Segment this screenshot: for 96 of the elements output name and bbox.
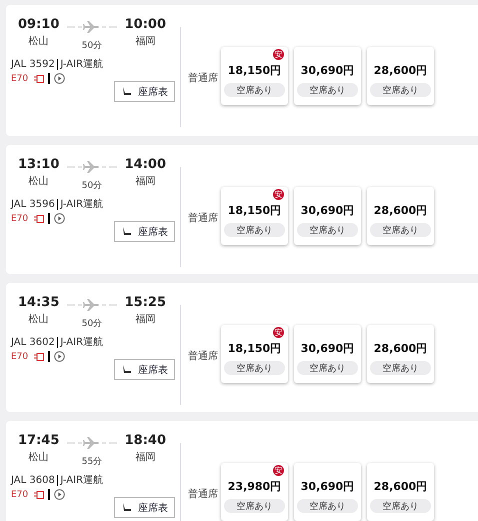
flight-duration: 50分 <box>82 180 102 192</box>
departure-time: 17:45 <box>18 433 60 448</box>
play-icon <box>54 489 65 500</box>
fare-option[interactable]: 28,600円 空席あり <box>367 187 434 245</box>
fare-price: 30,690円 <box>300 63 354 78</box>
seat-map-button[interactable]: 座席表 <box>114 81 175 102</box>
departure-airport: 松山 <box>28 312 49 326</box>
operator-text: J-AIR運航 <box>60 58 104 71</box>
fare-price: 30,690円 <box>300 203 354 218</box>
availability-label: 空席あり <box>297 223 358 237</box>
arrival-time: 10:00 <box>124 17 166 32</box>
fare-option[interactable]: 28,600円 空席あり <box>367 325 434 383</box>
arrival-airport: 福岡 <box>135 312 156 326</box>
seat-icon <box>122 503 132 512</box>
fare-option[interactable]: 30,690円 空席あり <box>294 325 361 383</box>
fare-price: 18,150円 <box>228 203 282 218</box>
availability-label: 空席あり <box>224 499 285 513</box>
departure-airport: 松山 <box>28 34 49 48</box>
availability-label: 空席あり <box>297 83 358 97</box>
availability-label: 空席あり <box>297 361 358 375</box>
fare-option[interactable]: 安 18,150円 空席あり <box>221 47 288 105</box>
cabin-class: 普通席 <box>188 350 219 363</box>
fare-option[interactable]: 30,690円 空席あり <box>294 47 361 105</box>
play-icon <box>54 213 65 224</box>
cheapest-badge: 安 <box>273 327 284 338</box>
fare-option[interactable]: 28,600円 空席あり <box>367 47 434 105</box>
flight-number: JAL 3592 <box>11 58 55 70</box>
cabin-class: 普通席 <box>188 488 219 501</box>
fare-price: 23,980円 <box>228 479 282 494</box>
availability-label: 空席あり <box>370 83 431 97</box>
fare-price: 30,690円 <box>300 479 354 494</box>
arrival-time: 18:40 <box>124 433 166 448</box>
availability-label: 空席あり <box>224 83 285 97</box>
play-icon <box>54 351 65 362</box>
fare-price: 18,150円 <box>228 63 282 78</box>
power-outlet-icon <box>34 352 44 360</box>
fare-option[interactable]: 28,600円 空席あり <box>367 463 434 521</box>
aircraft-type: E70 <box>11 74 28 84</box>
flight-number: JAL 3596 <box>11 198 55 210</box>
arrival-airport: 福岡 <box>135 174 156 188</box>
fare-price: 28,600円 <box>374 203 428 218</box>
power-outlet-icon <box>34 490 44 498</box>
fare-option[interactable]: 30,690円 空席あり <box>294 187 361 245</box>
departure-airport: 松山 <box>28 450 49 464</box>
play-icon <box>54 73 65 84</box>
flight-duration: 55分 <box>82 456 102 468</box>
fare-price: 28,600円 <box>374 479 428 494</box>
plane-icon <box>67 299 117 311</box>
cabin-class: 普通席 <box>188 72 219 85</box>
operator-text: J-AIR運航 <box>60 336 104 349</box>
availability-label: 空席あり <box>370 223 431 237</box>
operator-text: J-AIR運航 <box>60 198 104 211</box>
fare-price: 28,600円 <box>374 63 428 78</box>
flight-duration: 50分 <box>82 40 102 52</box>
availability-label: 空席あり <box>224 361 285 375</box>
cheapest-badge: 安 <box>273 465 284 476</box>
cabin-class: 普通席 <box>188 212 219 225</box>
power-outlet-icon <box>34 214 44 222</box>
availability-label: 空席あり <box>297 499 358 513</box>
power-outlet-icon <box>34 74 44 82</box>
seat-icon <box>122 227 132 236</box>
fare-option[interactable]: 安 23,980円 空席あり <box>221 463 288 521</box>
availability-label: 空席あり <box>224 223 285 237</box>
plane-icon <box>67 161 117 173</box>
seat-map-button[interactable]: 座席表 <box>114 359 175 380</box>
availability-label: 空席あり <box>370 499 431 513</box>
departure-airport: 松山 <box>28 174 49 188</box>
plane-icon <box>67 437 117 449</box>
departure-time: 13:10 <box>18 157 60 172</box>
aircraft-type: E70 <box>11 352 28 362</box>
fare-price: 18,150円 <box>228 341 282 356</box>
cheapest-badge: 安 <box>273 49 284 60</box>
seat-icon <box>122 365 132 374</box>
fare-price: 28,600円 <box>374 341 428 356</box>
fare-option[interactable]: 30,690円 空席あり <box>294 463 361 521</box>
arrival-time: 15:25 <box>124 295 166 310</box>
flight-number: JAL 3602 <box>11 336 55 348</box>
fare-option[interactable]: 安 18,150円 空席あり <box>221 325 288 383</box>
aircraft-type: E70 <box>11 214 28 224</box>
arrival-time: 14:00 <box>124 157 166 172</box>
flight-number: JAL 3608 <box>11 474 55 486</box>
departure-time: 09:10 <box>18 17 60 32</box>
aircraft-type: E70 <box>11 490 28 500</box>
seat-icon <box>122 87 132 96</box>
operator-text: J-AIR運航 <box>60 474 104 487</box>
departure-time: 14:35 <box>18 295 60 310</box>
arrival-airport: 福岡 <box>135 450 156 464</box>
availability-label: 空席あり <box>370 361 431 375</box>
plane-icon <box>67 21 117 33</box>
seat-map-button[interactable]: 座席表 <box>114 497 175 518</box>
cheapest-badge: 安 <box>273 189 284 200</box>
arrival-airport: 福岡 <box>135 34 156 48</box>
fare-option[interactable]: 安 18,150円 空席あり <box>221 187 288 245</box>
fare-price: 30,690円 <box>300 341 354 356</box>
seat-map-button[interactable]: 座席表 <box>114 221 175 242</box>
flight-duration: 50分 <box>82 318 102 330</box>
